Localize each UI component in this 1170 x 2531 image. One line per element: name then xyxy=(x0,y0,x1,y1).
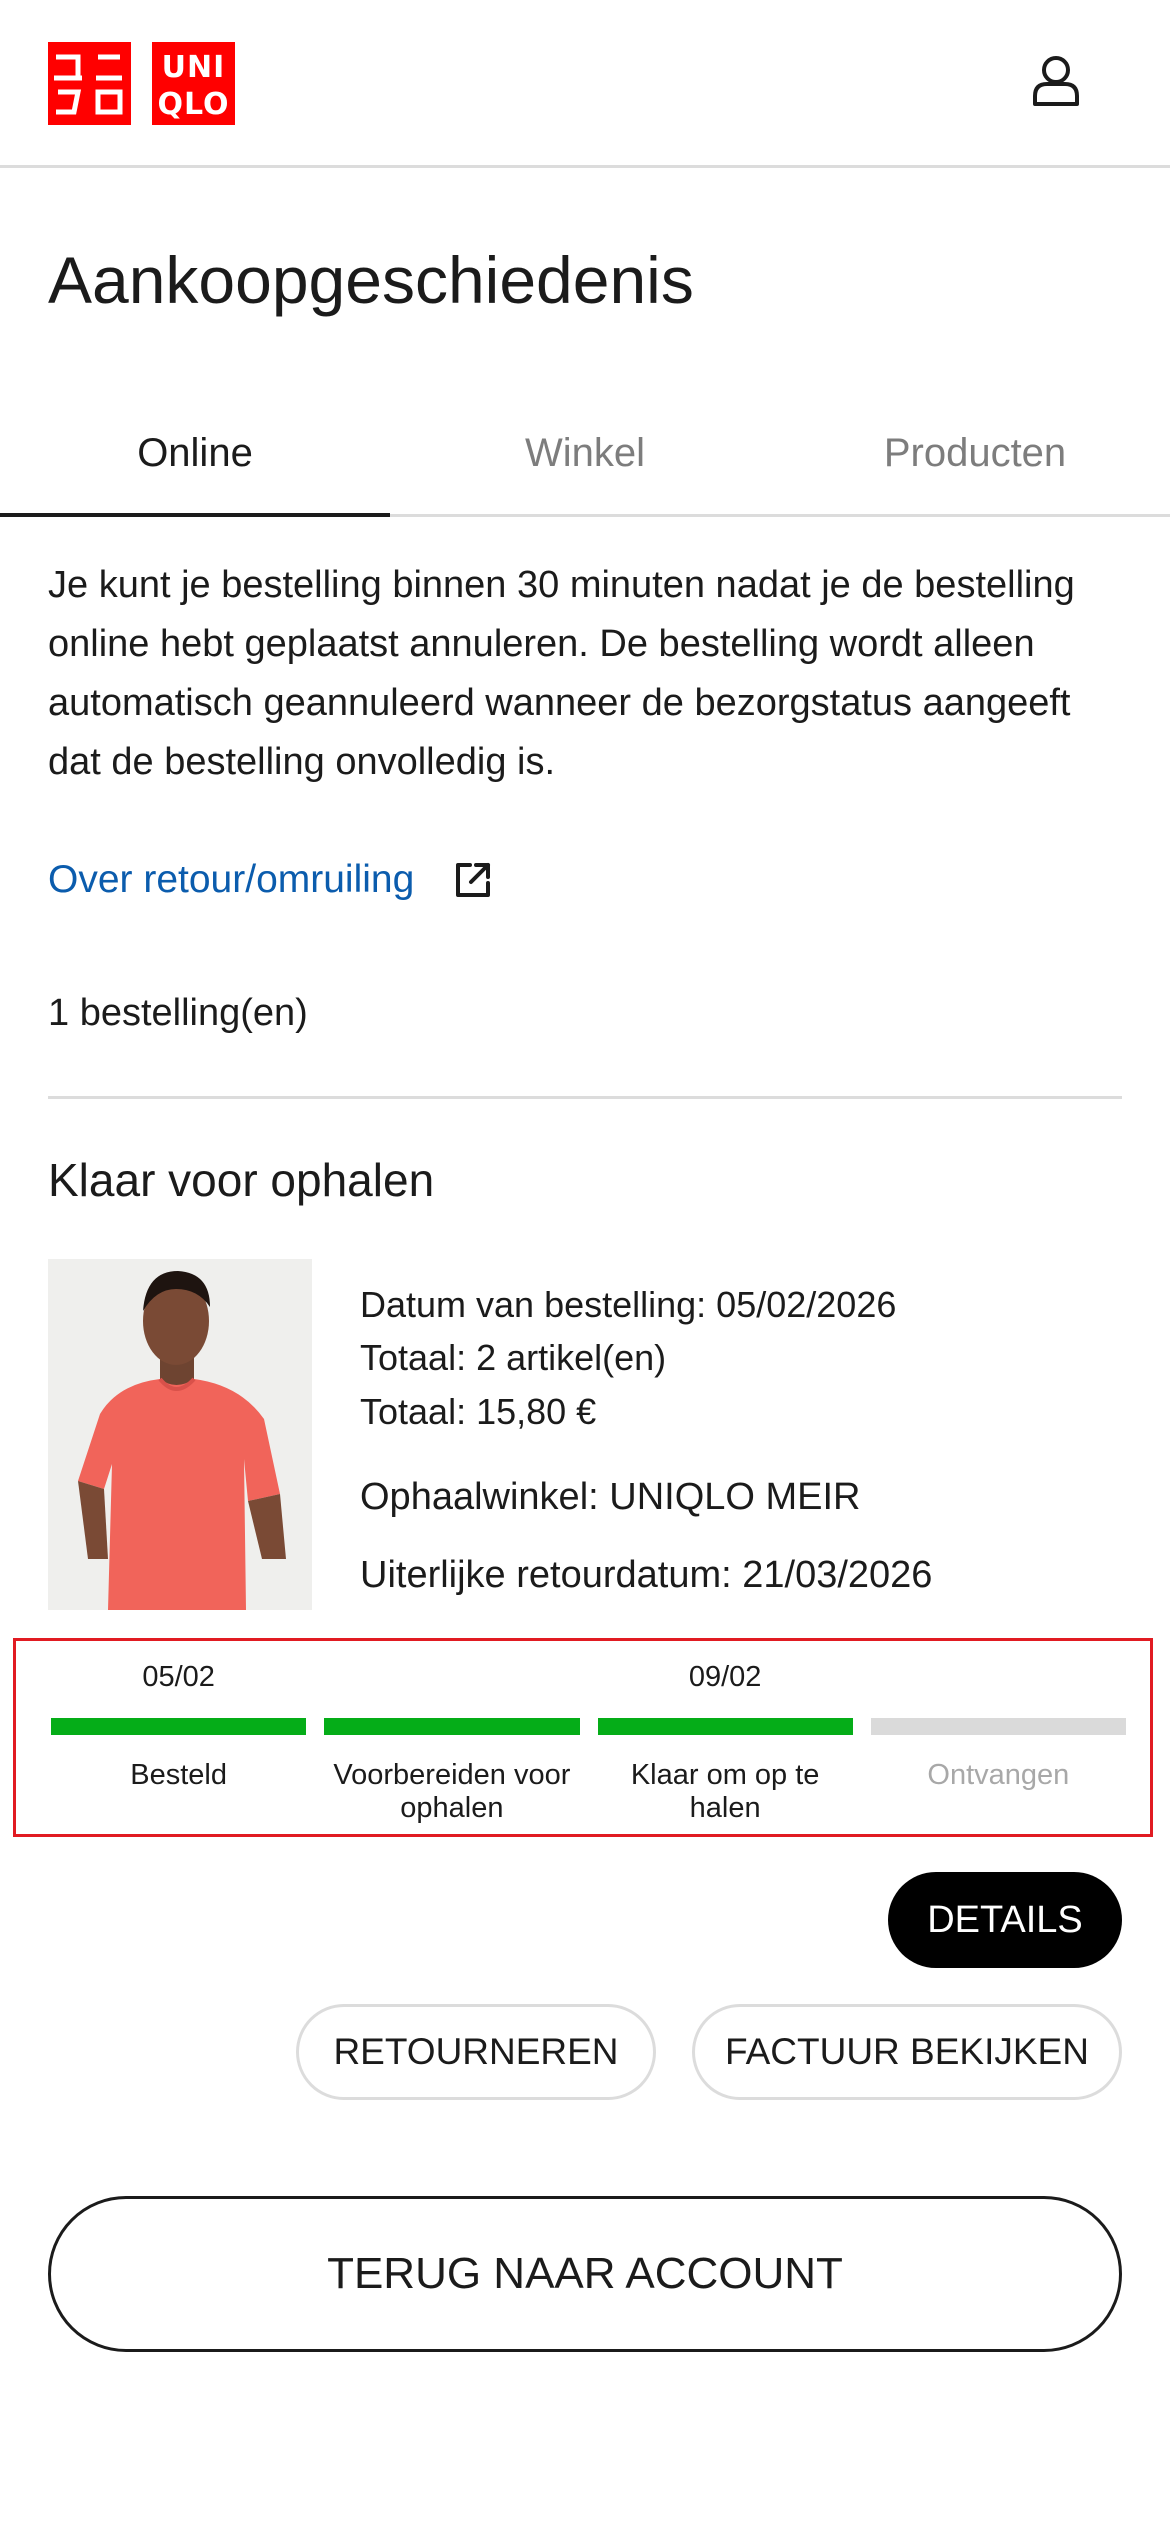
view-invoice-button[interactable]: FACTUUR BEKIJKEN xyxy=(692,2004,1122,2100)
progress-step-bar xyxy=(597,1718,853,1735)
order-total-price: Totaal: 15,80 € xyxy=(360,1391,597,1432)
order-date: Datum van bestelling: 05/02/2026 xyxy=(360,1284,897,1325)
logo-katakana-block xyxy=(48,42,131,125)
tab-winkel[interactable]: Winkel xyxy=(390,392,780,514)
uniqlo-logo[interactable]: UNI QLO xyxy=(48,42,235,125)
progress-step-label: Voorbereiden voor ophalen xyxy=(333,1759,571,1824)
progress-step-date: 09/02 xyxy=(688,1661,762,1693)
external-link-icon xyxy=(456,863,491,897)
progress-step-label: Klaar om op te halen xyxy=(630,1759,820,1824)
progress-step-bar xyxy=(51,1718,307,1735)
progress-step-ordered: 05/02 Besteld xyxy=(51,1641,307,1834)
logo-latin-block: UNI QLO xyxy=(152,42,235,125)
back-to-account-button[interactable]: TERUG NAAR ACCOUNT xyxy=(48,2196,1122,2352)
divider xyxy=(48,1096,1122,1099)
tab-online[interactable]: Online xyxy=(0,392,390,517)
progress-step-date xyxy=(871,1661,1126,1697)
return-deadline: Uiterlijke retourdatum: 21/03/2026 xyxy=(360,1554,933,1596)
return-exchange-link-label: Over retour/omruiling xyxy=(48,858,415,901)
progress-step-date: 05/02 xyxy=(142,1661,215,1693)
product-photo-red-tshirt-icon xyxy=(48,1259,312,1610)
progress-step-date xyxy=(324,1661,579,1697)
logo-katakana-glyph xyxy=(54,54,123,115)
tab-producten[interactable]: Producten xyxy=(780,392,1170,514)
cancellation-info-text: Je kunt je bestelling binnen 30 minuten … xyxy=(48,564,1075,783)
logo-line-qlo: QLO xyxy=(157,87,230,122)
tab-bar: Online Winkel Producten xyxy=(0,392,1170,517)
return-button[interactable]: RETOURNEREN xyxy=(296,2004,656,2100)
progress-step-received: Ontvangen xyxy=(870,1641,1126,1834)
order-status-title: Klaar voor ophalen xyxy=(48,1154,435,1206)
progress-step-label: Ontvangen xyxy=(927,1759,1070,1791)
progress-step-label: Besteld xyxy=(130,1759,227,1791)
progress-step-bar xyxy=(870,1718,1126,1735)
order-count: 1 bestelling(en) xyxy=(48,992,308,1034)
logo-line-uni: UNI xyxy=(161,50,226,85)
product-image[interactable] xyxy=(48,1259,312,1610)
progress-step-preparing: Voorbereiden voor ophalen xyxy=(324,1641,580,1834)
order-progress-tracker: 05/02 Besteld Voorbereiden voor ophalen … xyxy=(13,1638,1153,1837)
return-exchange-link[interactable]: Over retour/omruiling xyxy=(48,850,494,910)
pickup-store: Ophaalwinkel: UNIQLO MEIR xyxy=(360,1476,861,1518)
progress-steps: 05/02 Besteld Voorbereiden voor ophalen … xyxy=(51,1641,1126,1834)
account-button[interactable] xyxy=(1025,52,1087,114)
order-total-items: Totaal: 2 artikel(en) xyxy=(360,1337,667,1378)
user-icon xyxy=(1033,56,1079,106)
logo-latin-text: UNI QLO xyxy=(152,47,235,125)
page-title: Aankoopgeschiedenis xyxy=(48,243,694,317)
progress-step-ready: 09/02 Klaar om op te halen xyxy=(597,1641,853,1834)
details-button[interactable]: DETAILS xyxy=(888,1872,1122,1968)
progress-step-bar xyxy=(324,1718,580,1735)
